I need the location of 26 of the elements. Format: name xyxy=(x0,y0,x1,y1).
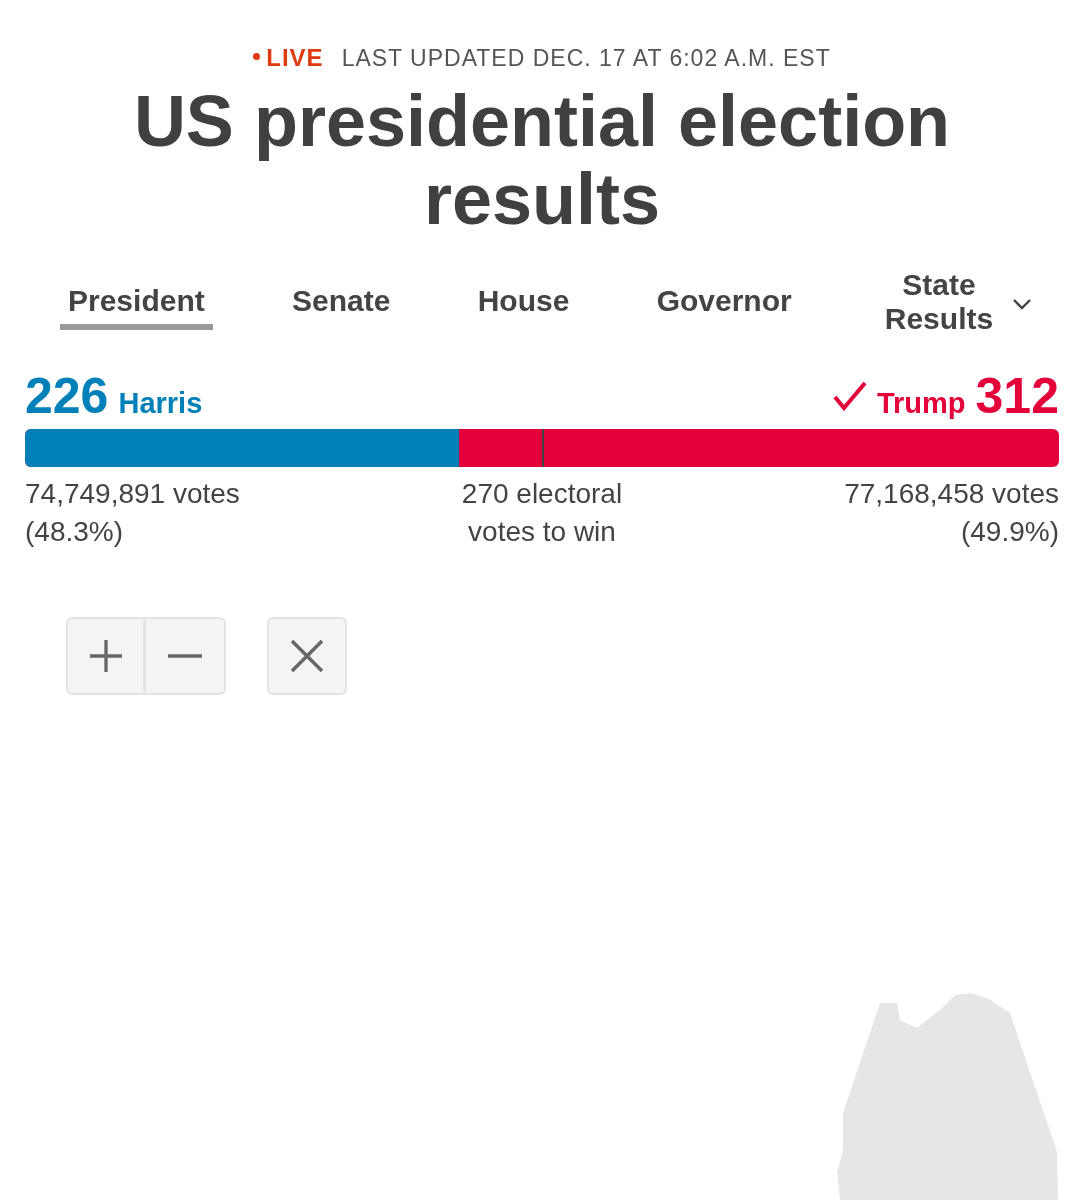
zoom-in-button[interactable] xyxy=(66,617,146,695)
minus-icon xyxy=(168,654,202,658)
candidate-name: Trump xyxy=(876,387,966,420)
electoral-vote-count: 312 xyxy=(975,370,1059,422)
chevron-down-icon xyxy=(1010,298,1033,310)
state-results-dropdown[interactable]: State Results xyxy=(870,258,1041,346)
close-button[interactable] xyxy=(267,617,347,695)
vote-share: (48.3%) xyxy=(25,515,124,549)
zoom-out-button[interactable] xyxy=(146,617,226,695)
live-dot-icon xyxy=(253,52,261,60)
plus-icon xyxy=(88,639,123,673)
live-label: LIVE xyxy=(266,44,324,72)
candidate-name: Harris xyxy=(118,387,203,420)
threshold-text: 270 electoral votes to win xyxy=(460,477,624,549)
vote-count: 74,749,891 votes xyxy=(25,477,240,511)
race-tab[interactable]: Governor xyxy=(648,274,800,330)
electoral-vote-count: 226 xyxy=(25,370,109,422)
win-threshold-marker xyxy=(542,429,544,467)
close-icon xyxy=(290,639,324,673)
race-tab[interactable]: House xyxy=(469,274,578,330)
race-tab[interactable]: President xyxy=(60,274,213,330)
page-title: US presidential election results xyxy=(132,82,952,238)
vote-count: 77,168,458 votes xyxy=(844,477,1059,511)
last-updated-text: LAST UPDATED DEC. 17 AT 6:02 A.M. EST xyxy=(341,44,831,72)
race-tab[interactable]: Senate xyxy=(284,274,399,330)
vote-share: (49.9%) xyxy=(960,515,1059,549)
